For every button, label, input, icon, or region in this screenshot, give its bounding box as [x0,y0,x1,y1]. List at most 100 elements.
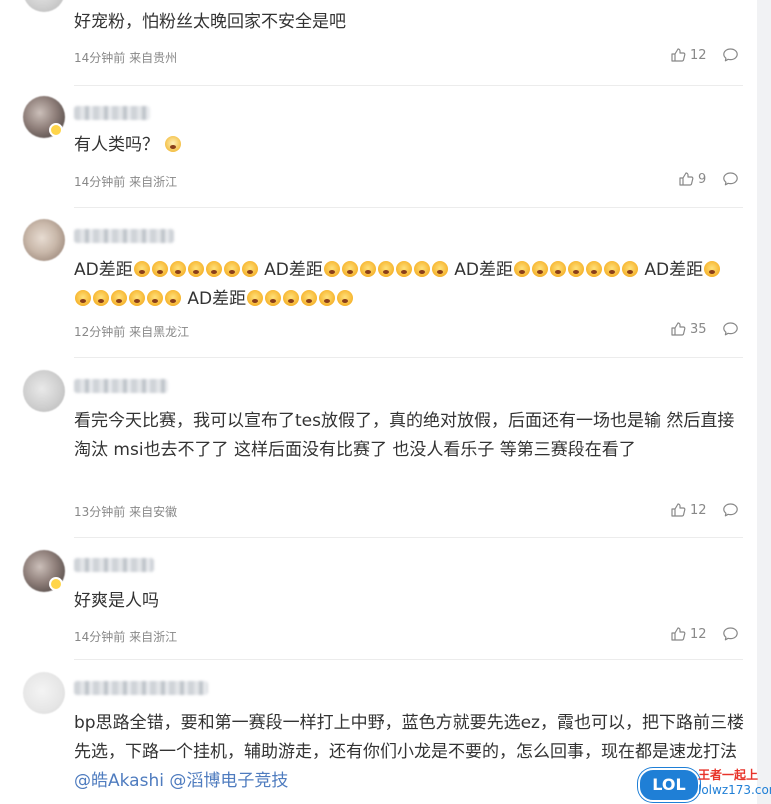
scream-emoji-icon [75,290,91,306]
comment-segment: AD差距 [644,260,704,280]
scream-emoji-icon [377,261,394,277]
comment-list: 好宠粉，怕粉丝太晚回家不安全是吧 14分钟前 来自贵州 12 有人类吗？ 14分… [0,0,758,804]
scream-emoji-icon [514,261,531,277]
comment-meta: 14分钟前 来自浙江 [74,630,178,644]
watermark-url: lolwz173.com [698,783,771,797]
scream-emoji-icon [395,261,412,277]
scream-emoji-icon [93,290,109,306]
scream-emoji-icon [568,261,585,277]
scream-emoji-icon [151,261,168,277]
like-count: 12 [690,47,707,63]
comment-text: 好宠粉，怕粉丝太晚回家不安全是吧 [74,12,346,32]
comment-segment: AD差距 [74,260,133,280]
comment-meta: 12分钟前 来自黑龙江 [74,325,190,339]
comment-bubble-icon [722,171,739,187]
username[interactable] [74,379,168,393]
watermark-logo: LOL 王者一起上 lolwz173.com [638,766,771,804]
reply-button[interactable] [722,171,739,187]
watermark-title: 王者一起上 [698,768,759,782]
like-button[interactable]: 12 [670,47,707,63]
like-count: 12 [690,626,707,642]
reply-button[interactable] [722,321,739,337]
mention-link[interactable]: @滔博电子竞技 [169,771,288,791]
scream-emoji-icon [622,261,639,277]
scream-emoji-icon [187,261,204,277]
scream-emoji-icon [165,290,181,306]
comment-bubble-icon [722,321,739,337]
scream-emoji-icon [586,261,603,277]
comment-item: 好爽是人吗 14分钟前 来自浙江 12 [0,537,757,659]
username[interactable] [74,681,208,695]
scream-emoji-icon [413,261,430,277]
reply-button[interactable] [722,47,739,63]
scream-emoji-icon [337,290,354,306]
username[interactable] [74,229,174,243]
reply-button[interactable] [722,626,739,642]
comment-bubble-icon [722,502,739,518]
thumbs-up-icon [670,321,686,337]
verified-badge-icon [49,123,63,137]
comment-segment: AD差距 [454,260,514,280]
thumbs-up-icon [670,47,686,63]
comment-item: 看完今天比赛，我可以宣布了tes放假了，真的绝对放假，后面还有一场也是输 然后直… [0,357,757,537]
like-button[interactable]: 12 [670,626,707,642]
comment-text: 有人类吗？ [74,131,744,160]
like-button[interactable]: 12 [670,502,707,518]
avatar[interactable] [23,370,65,412]
comment-segment: AD差距 [264,260,323,280]
like-button[interactable]: 35 [670,321,707,337]
scream-emoji-icon [265,290,282,306]
avatar[interactable] [23,0,65,12]
scream-emoji-icon [129,290,145,306]
avatar[interactable] [23,672,65,714]
scream-emoji-icon [247,290,264,306]
verified-badge-icon [49,577,63,591]
thumbs-up-icon [670,502,686,518]
comment-text-content: bp思路全错，要和第一赛段一样打上中野，蓝色方就要先选ez，霞也可以，把下路前三… [74,713,744,762]
reply-button[interactable] [722,502,739,518]
username[interactable] [74,106,150,120]
scream-emoji-icon [341,261,358,277]
thumbs-up-icon [670,626,686,642]
comment-meta: 14分钟前 来自浙江 [74,175,178,189]
scream-emoji-icon [550,261,567,277]
comment-meta: 14分钟前 来自贵州 [74,51,178,65]
comment-text: AD差距 AD差距 AD差距 AD差距 AD差距 [74,256,744,314]
scream-emoji-icon [283,290,300,306]
avatar[interactable] [23,219,65,261]
scream-emoji-icon [704,261,721,277]
thumbs-up-icon [678,171,694,187]
comment-bubble-icon [722,47,739,63]
comment-bubble-icon [722,626,739,642]
scream-emoji-icon [241,261,258,277]
comment-text-content: 有人类吗？ [74,135,159,155]
comment-text: 好爽是人吗 [74,591,159,611]
scream-emoji-icon [169,261,186,277]
scream-emoji-icon [147,290,163,306]
mention-link[interactable]: @皓Akashi [74,771,164,791]
scream-emoji-icon [205,261,222,277]
scream-emoji-icon [532,261,549,277]
scream-emoji-icon [319,290,336,306]
comment-item: AD差距 AD差距 AD差距 AD差距 AD差距 12分钟前 来自黑龙江 35 [0,207,757,357]
comment-item: 有人类吗？ 14分钟前 来自浙江 9 [0,85,757,207]
like-count: 9 [698,171,707,187]
scream-emoji-icon [431,261,448,277]
scream-emoji-icon [111,290,127,306]
scream-emoji-icon [133,261,150,277]
scream-emoji-icon [323,261,340,277]
comment-segment: AD差距 [187,289,247,309]
comment-meta: 13分钟前 来自安徽 [74,505,178,519]
watermark-badge: LOL [638,768,700,802]
scream-emoji-icon [301,290,318,306]
scream-emoji-icon [359,261,376,277]
like-count: 35 [690,321,707,337]
shocked-emoji-icon [165,136,181,152]
username[interactable] [74,558,154,572]
like-count: 12 [690,502,707,518]
comment-text: 看完今天比赛，我可以宣布了tes放假了，真的绝对放假，后面还有一场也是输 然后直… [74,411,735,460]
comment-item: 好宠粉，怕粉丝太晚回家不安全是吧 14分钟前 来自贵州 12 [0,0,757,85]
scrollbar-track[interactable] [757,0,771,804]
like-button[interactable]: 9 [678,171,706,187]
scream-emoji-icon [223,261,240,277]
